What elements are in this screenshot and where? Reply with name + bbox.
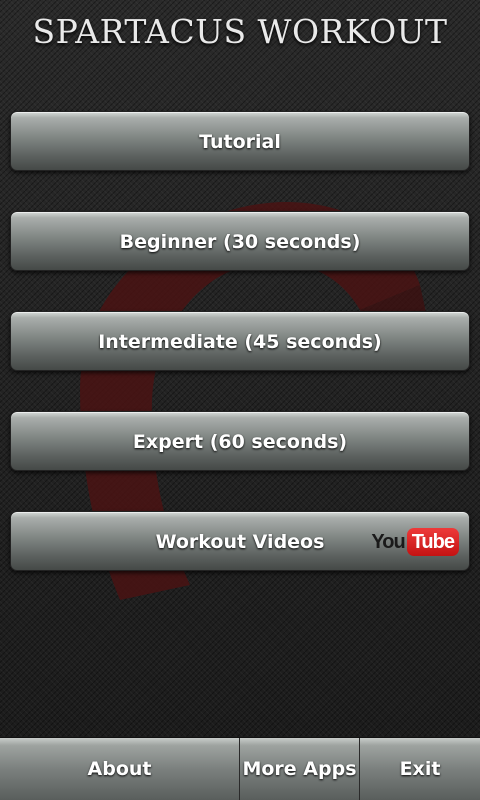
tutorial-button[interactable]: Tutorial [10, 111, 470, 171]
about-button[interactable]: About [0, 738, 240, 800]
youtube-logo-you: You [371, 531, 405, 553]
more-apps-button[interactable]: More Apps [240, 738, 360, 800]
bottom-bar: About More Apps Exit [0, 737, 480, 800]
expert-button[interactable]: Expert (60 seconds) [10, 411, 470, 471]
workout-videos-label: Workout Videos [155, 531, 325, 553]
intermediate-button[interactable]: Intermediate (45 seconds) [10, 311, 470, 371]
beginner-button[interactable]: Beginner (30 seconds) [10, 211, 470, 271]
youtube-logo-icon: You Tube [371, 528, 459, 556]
youtube-logo-tube: Tube [406, 528, 459, 556]
workout-videos-button[interactable]: Workout Videos You Tube [10, 511, 470, 571]
exit-button[interactable]: Exit [360, 738, 480, 800]
app-title: SPARTACUS WORKOUT [32, 12, 448, 51]
